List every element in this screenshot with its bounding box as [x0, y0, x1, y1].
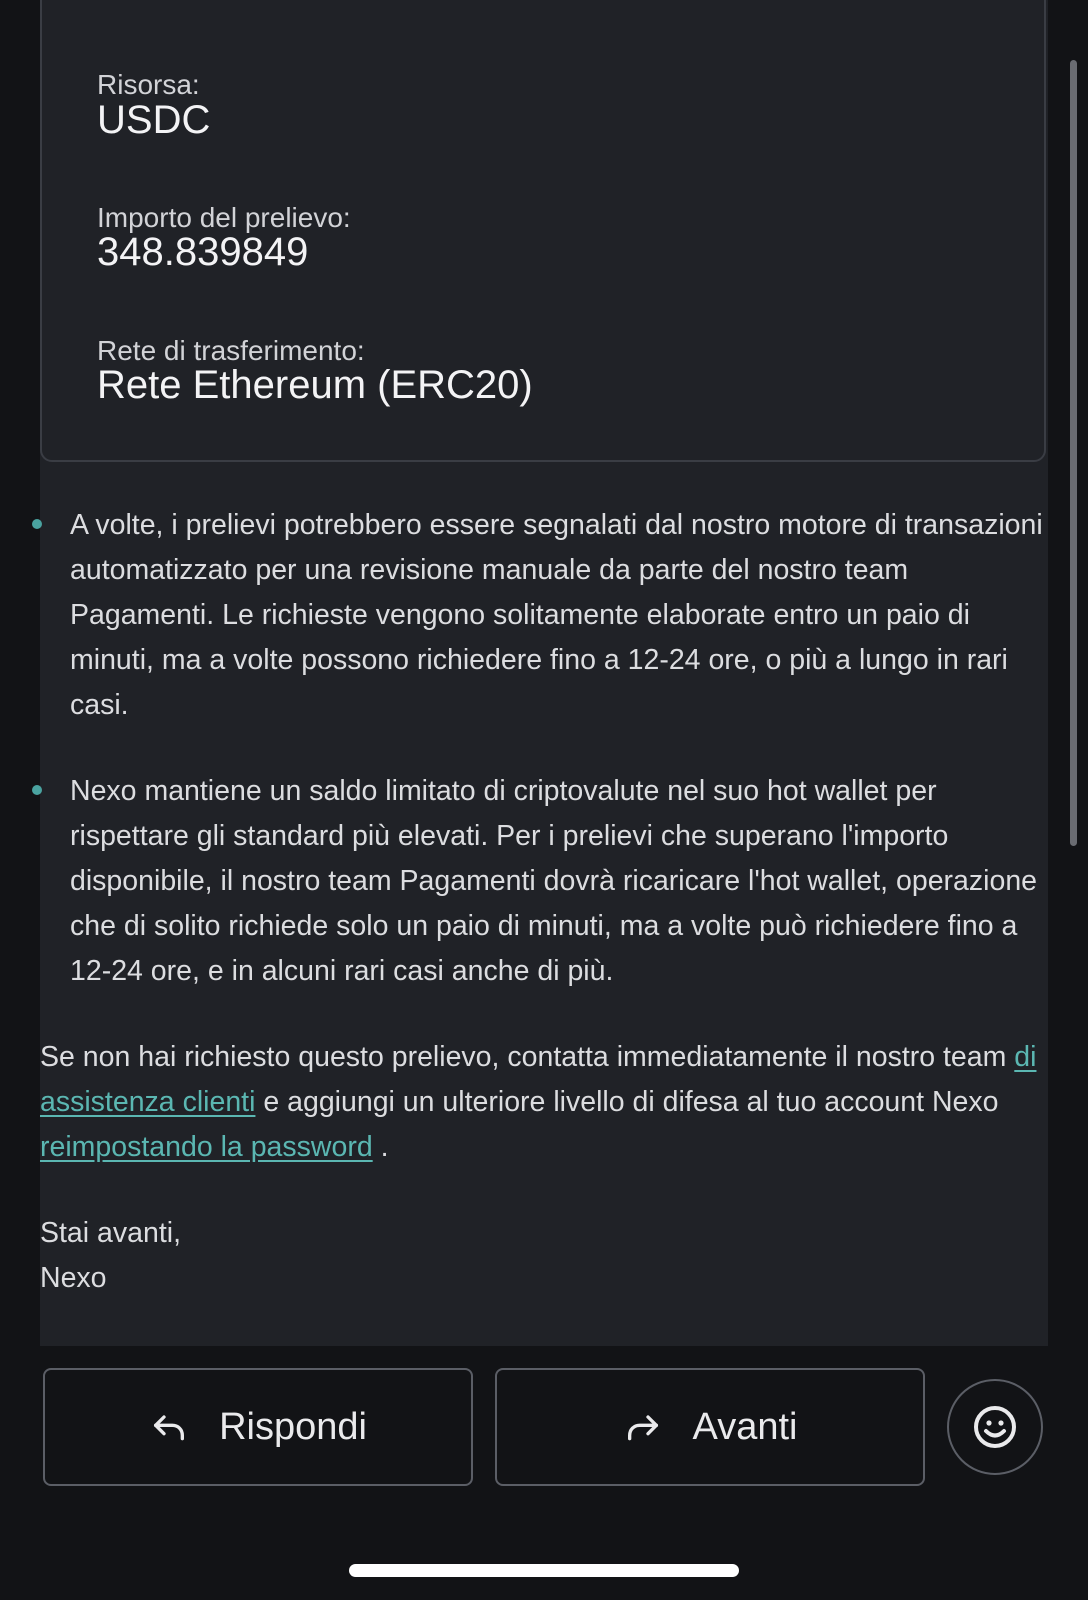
- bullet-icon: [32, 785, 42, 795]
- forward-label: Avanti: [692, 1405, 798, 1448]
- reply-label: Rispondi: [219, 1405, 367, 1448]
- greeting: Stai avanti,: [40, 1217, 181, 1249]
- home-indicator[interactable]: [349, 1564, 739, 1577]
- warning-text: Se non hai richiesto questo prelievo, co…: [40, 1041, 1007, 1073]
- asset-label: Risorsa:: [97, 69, 200, 100]
- warning-text: e aggiungi un ulteriore livello di difes…: [263, 1086, 999, 1118]
- warning-text: .: [380, 1131, 389, 1163]
- smiley-icon: [974, 1406, 1016, 1448]
- reply-arrow-icon: [154, 1415, 185, 1441]
- forward-arrow-icon: [627, 1415, 658, 1441]
- security-warning: Se non hai richiesto questo prelievo, co…: [40, 1035, 1040, 1170]
- network-value: Rete Ethereum (ERC20): [97, 363, 533, 407]
- reply-button[interactable]: Rispondi: [43, 1368, 473, 1486]
- forward-button[interactable]: Avanti: [495, 1368, 925, 1486]
- amount-value: 348.839849: [97, 230, 309, 274]
- reset-password-link[interactable]: reimpostando la password: [40, 1131, 373, 1163]
- bullet-icon: [32, 519, 42, 529]
- withdrawal-details-card: Risorsa: USDC Importo del prelievo: 348.…: [40, 0, 1046, 462]
- sender-name: Nexo: [40, 1262, 107, 1294]
- asset-value: USDC: [97, 98, 211, 142]
- signoff: Stai avanti, Nexo: [40, 1211, 1040, 1301]
- scrollbar[interactable]: [1070, 60, 1077, 846]
- list-item-text: A volte, i prelievi potrebbero essere se…: [70, 509, 1043, 721]
- list-item-text: Nexo mantiene un saldo limitato di cript…: [70, 775, 1038, 987]
- emoji-reaction-button[interactable]: [947, 1379, 1043, 1475]
